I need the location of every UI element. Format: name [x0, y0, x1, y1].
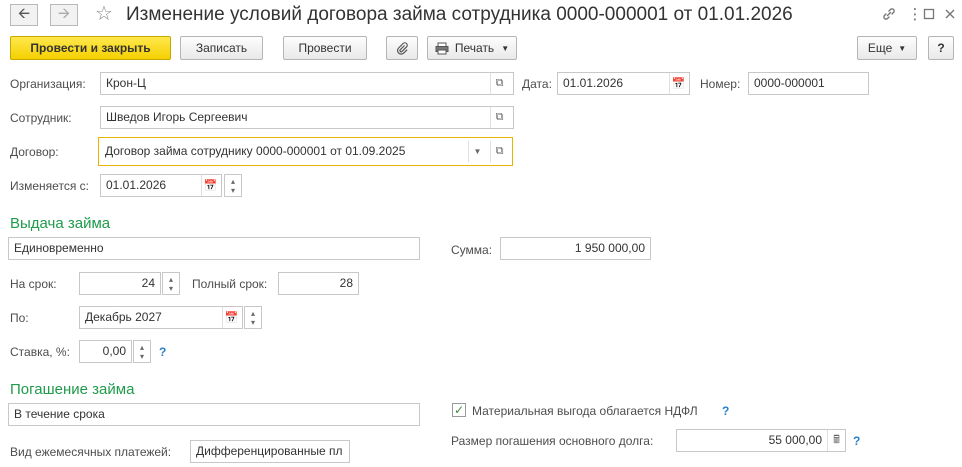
- principal-help-icon[interactable]: ?: [853, 434, 860, 448]
- repayment-section-title: Погашение займа: [10, 381, 135, 398]
- full-term-label: Полный срок:: [192, 277, 268, 291]
- term-value: 24: [141, 276, 155, 290]
- maximize-icon[interactable]: [919, 4, 939, 24]
- contract-label: Договор:: [10, 145, 59, 159]
- date-label: Дата:: [522, 77, 552, 91]
- monthly-type-field[interactable]: Дифференцированные пл: [190, 440, 350, 463]
- employee-label: Сотрудник:: [10, 111, 72, 125]
- stepper-up-icon[interactable]: ▴: [251, 309, 255, 318]
- post-button[interactable]: Провести: [283, 36, 367, 60]
- monthly-type-value: Дифференцированные пл: [196, 444, 343, 458]
- employee-value: Шведов Игорь Сергеевич: [106, 110, 248, 124]
- printer-icon: [435, 42, 449, 55]
- full-term-field: 28: [278, 272, 359, 295]
- stepper-down-icon[interactable]: ▾: [231, 186, 235, 195]
- print-label: Печать: [454, 41, 495, 55]
- repayment-method-value: В течение срока: [14, 407, 105, 421]
- link-icon[interactable]: [879, 4, 899, 24]
- principal-value: 55 000,00: [768, 433, 822, 447]
- dropdown-arrow-icon: ▼: [898, 43, 907, 53]
- calendar-icon[interactable]: 📅: [201, 175, 219, 196]
- rate-stepper[interactable]: ▴ ▾: [133, 340, 151, 363]
- save-button[interactable]: Записать: [180, 36, 263, 60]
- changes-from-stepper[interactable]: ▴ ▾: [224, 174, 242, 197]
- calendar-icon[interactable]: 📅: [222, 307, 240, 328]
- employee-field[interactable]: Шведов Игорь Сергеевич: [100, 106, 514, 129]
- stepper-up-icon[interactable]: ▴: [231, 177, 235, 186]
- until-stepper[interactable]: ▴ ▾: [244, 306, 262, 329]
- dropdown-arrow-icon: ▼: [501, 43, 510, 53]
- issue-method-field[interactable]: Единовременно: [8, 237, 420, 260]
- changes-from-value: 01.01.2026: [106, 178, 167, 192]
- full-term-value: 28: [339, 276, 353, 290]
- benefit-help-icon[interactable]: ?: [722, 404, 729, 418]
- paperclip-icon: [395, 41, 409, 55]
- page-title: Изменение условий договора займа сотрудн…: [126, 4, 793, 25]
- term-label: На срок:: [10, 277, 57, 291]
- more-label: Еще: [867, 41, 893, 55]
- rate-value: 0,00: [102, 344, 126, 358]
- close-icon[interactable]: [940, 4, 960, 24]
- benefit-checkbox[interactable]: ✓: [452, 403, 466, 417]
- stepper-up-icon[interactable]: ▴: [140, 343, 144, 352]
- monthly-type-label: Вид ежемесячных платежей:: [10, 445, 172, 459]
- principal-field[interactable]: 55 000,00: [676, 429, 846, 452]
- rate-help-icon[interactable]: ?: [159, 345, 166, 359]
- amount-field[interactable]: 1 950 000,00: [500, 237, 651, 260]
- rate-field[interactable]: 0,00: [79, 340, 132, 363]
- calculator-icon[interactable]: 🖩: [827, 430, 845, 451]
- organization-label: Организация:: [10, 77, 86, 91]
- number-label: Номер:: [700, 77, 741, 91]
- number-field[interactable]: 0000-000001: [748, 72, 869, 95]
- calendar-icon[interactable]: 📅: [669, 73, 687, 94]
- stepper-down-icon[interactable]: ▾: [251, 318, 255, 327]
- term-stepper[interactable]: ▴ ▾: [162, 272, 180, 295]
- contract-field[interactable]: Договор займа сотруднику 0000-000001 от …: [98, 137, 513, 166]
- until-value: Декабрь 2027: [85, 310, 162, 324]
- open-organization-icon[interactable]: ⧉: [490, 73, 508, 94]
- amount-value: 1 950 000,00: [574, 241, 645, 255]
- attach-button[interactable]: [386, 36, 418, 60]
- until-field[interactable]: Декабрь 2027: [79, 306, 243, 329]
- help-button[interactable]: ?: [928, 36, 954, 60]
- contract-dropdown-icon[interactable]: ▼: [468, 141, 486, 162]
- issue-section-title: Выдача займа: [10, 215, 111, 232]
- principal-label: Размер погашения основного долга:: [451, 434, 654, 448]
- contract-value: Договор займа сотруднику 0000-000001 от …: [105, 144, 406, 158]
- arrow-left-icon: 🡨: [17, 4, 31, 22]
- changes-from-label: Изменяется с:: [10, 179, 89, 193]
- date-value: 01.01.2026: [563, 76, 624, 90]
- print-button[interactable]: Печать ▼: [427, 36, 517, 60]
- post-and-close-button[interactable]: Провести и закрыть: [10, 36, 171, 60]
- back-button[interactable]: 🡨: [10, 4, 38, 26]
- organization-value: Крон-Ц: [106, 76, 146, 90]
- more-button[interactable]: Еще ▼: [857, 36, 917, 60]
- stepper-down-icon[interactable]: ▾: [169, 284, 173, 293]
- organization-field[interactable]: Крон-Ц: [100, 72, 514, 95]
- rate-label: Ставка, %:: [10, 345, 70, 359]
- repayment-method-field[interactable]: В течение срока: [8, 403, 420, 426]
- until-label: По:: [10, 311, 29, 325]
- issue-method-value: Единовременно: [14, 241, 104, 255]
- term-field[interactable]: 24: [79, 272, 161, 295]
- amount-label: Сумма:: [451, 243, 493, 257]
- open-employee-icon[interactable]: ⧉: [490, 107, 508, 128]
- benefit-checkbox-label[interactable]: Материальная выгода облагается НДФЛ: [472, 404, 698, 418]
- checkmark-icon: ✓: [453, 403, 465, 417]
- stepper-down-icon[interactable]: ▾: [140, 352, 144, 361]
- stepper-up-icon[interactable]: ▴: [169, 275, 173, 284]
- forward-button[interactable]: 🡪: [50, 4, 78, 26]
- arrow-right-icon: 🡪: [57, 4, 71, 22]
- open-contract-icon[interactable]: ⧉: [490, 141, 508, 162]
- number-value: 0000-000001: [754, 76, 825, 90]
- favorite-star-icon[interactable]: ☆: [95, 3, 113, 25]
